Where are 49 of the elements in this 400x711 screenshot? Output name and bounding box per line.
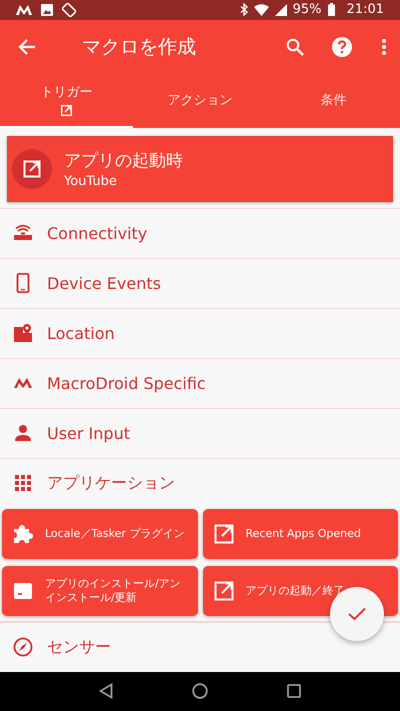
- checkmark-icon: [348, 606, 366, 621]
- recents-square-icon[interactable]: [286, 684, 301, 698]
- category-label: Connectivity: [47, 224, 148, 243]
- category-row[interactable]: Connectivity: [0, 208, 400, 258]
- category-label: MacroDroid Specific: [47, 374, 206, 393]
- trigger-app-name: YouTube: [64, 174, 118, 189]
- battery-icon: [328, 3, 335, 16]
- battery-percentage: 95%: [292, 2, 322, 18]
- map-pin-icon: [13, 323, 33, 344]
- launch-icon: [212, 580, 234, 602]
- image-icon: [41, 4, 53, 16]
- back-arrow-icon[interactable]: [18, 38, 36, 56]
- category-row[interactable]: Location: [0, 308, 400, 358]
- trigger-title: アプリの起動時: [64, 150, 183, 172]
- compass-icon: [13, 637, 33, 658]
- launch-icon: [12, 148, 52, 189]
- selected-trigger-card[interactable]: アプリの起動時 YouTube: [7, 136, 393, 202]
- person-icon: [13, 423, 33, 444]
- category-label: アプリケーション: [47, 472, 175, 494]
- search-icon[interactable]: [286, 38, 304, 56]
- category-row[interactable]: Device Events: [0, 258, 400, 308]
- screen-rotation-icon: [62, 2, 76, 17]
- tab[interactable]: アクション: [133, 74, 267, 128]
- clock: 21:01: [346, 2, 384, 18]
- puzzle-icon: [12, 522, 34, 545]
- bluetooth-icon: [240, 3, 248, 16]
- category-label: Device Events: [47, 274, 161, 293]
- m-logo-icon: [16, 4, 32, 15]
- trigger-option-button[interactable]: Locale／Tasker プラグイン: [2, 508, 198, 559]
- launch-icon: [61, 105, 72, 116]
- help-icon[interactable]: [332, 36, 352, 57]
- category-row[interactable]: User Input: [0, 408, 400, 458]
- launch-icon: [212, 522, 234, 545]
- tab[interactable]: 条件: [266, 74, 400, 128]
- signal-icon: [274, 4, 287, 16]
- category-label: User Input: [47, 424, 130, 443]
- home-circle-icon[interactable]: [192, 683, 208, 700]
- category-label: センサー: [47, 636, 111, 658]
- category-label: Location: [47, 324, 115, 343]
- trigger-option-button[interactable]: Recent Apps Opened: [202, 508, 398, 559]
- trigger-option-button[interactable]: アプリのインストール/アンインストール/更新: [2, 566, 198, 616]
- category-row[interactable]: MacroDroid Specific: [0, 358, 400, 408]
- wifi-icon: [254, 4, 269, 16]
- grid-icon: [13, 473, 33, 494]
- category-row[interactable]: アプリケーション: [0, 458, 400, 508]
- more-menu-icon[interactable]: [382, 38, 386, 55]
- back-triangle-icon[interactable]: [99, 683, 114, 700]
- screen-title: マクロを作成: [82, 34, 197, 60]
- tab[interactable]: トリガー: [0, 74, 134, 128]
